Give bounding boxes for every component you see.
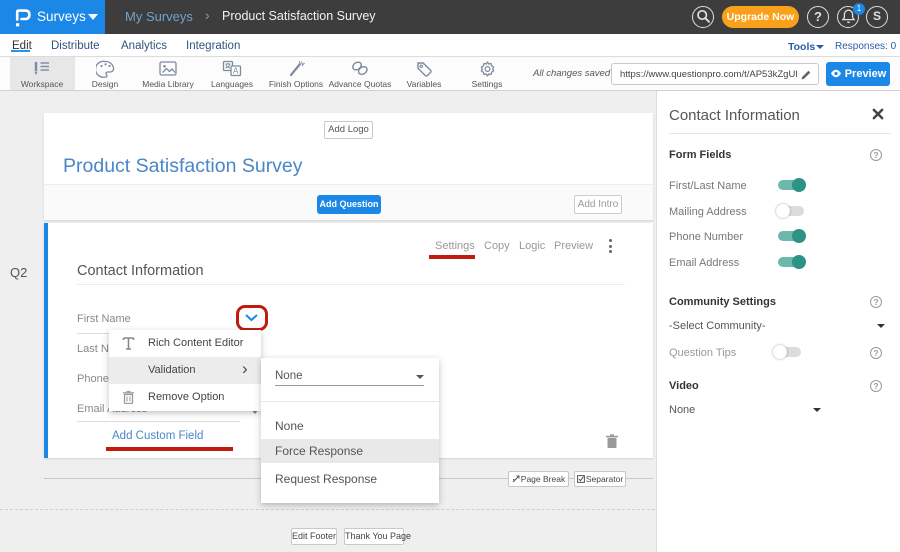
svg-text:A: A bbox=[233, 67, 239, 76]
